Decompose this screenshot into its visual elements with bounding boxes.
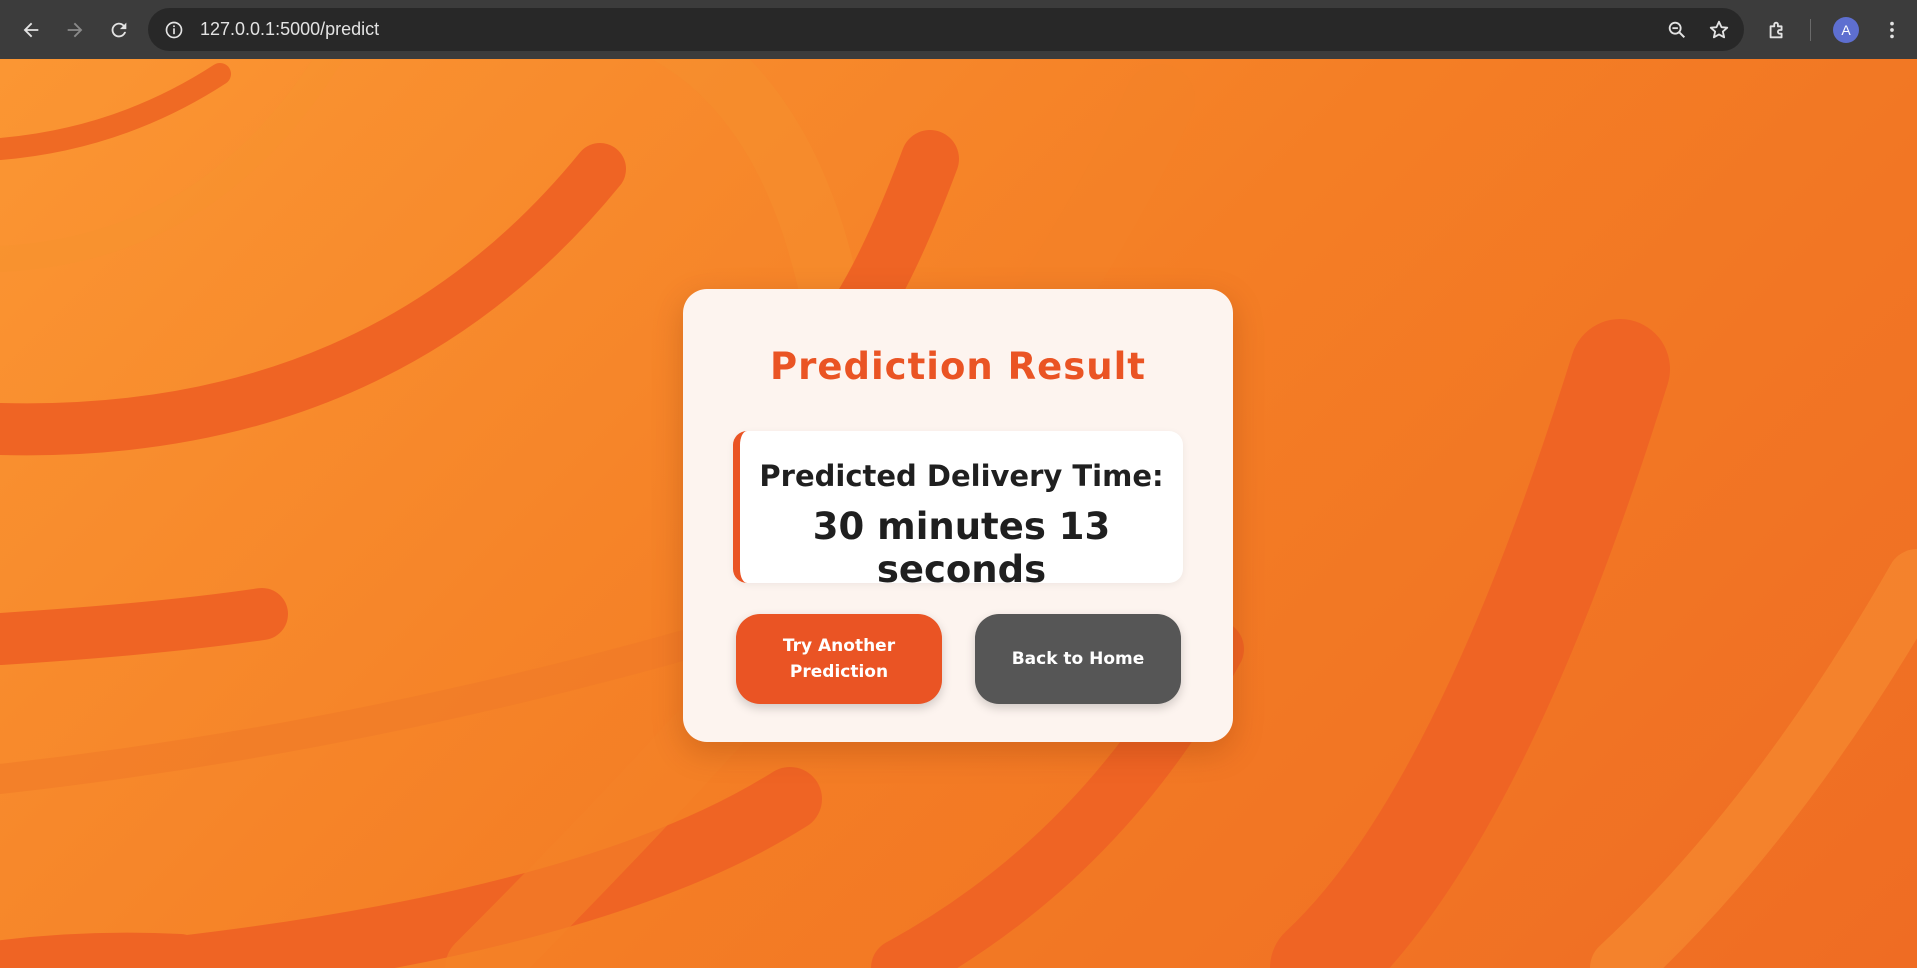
result-label: Predicted Delivery Time: (759, 459, 1164, 493)
menu-icon[interactable] (1881, 19, 1903, 41)
prediction-result-card: Prediction Result Predicted Delivery Tim… (683, 289, 1233, 742)
forward-icon (67, 22, 83, 37)
site-info-icon[interactable] (162, 18, 186, 42)
predicted-delivery-time: 30 minutes 13 seconds (812, 505, 1111, 591)
page-title: Prediction Result (770, 345, 1146, 388)
back-to-home-button[interactable]: Back to Home (975, 614, 1181, 704)
browser-toolbar: 127.0.0.1:5000/predict A (0, 0, 1917, 59)
back-icon (23, 22, 39, 37)
back-button[interactable] (10, 9, 52, 51)
forward-button[interactable] (54, 9, 96, 51)
toolbar-divider (1810, 18, 1811, 41)
profile-avatar[interactable]: A (1833, 16, 1859, 43)
reload-button[interactable] (98, 9, 140, 51)
try-another-prediction-button[interactable]: Try Another Prediction (736, 614, 942, 704)
result-box: Predicted Delivery Time: 30 minutes 13 s… (733, 431, 1183, 591)
page-background: Prediction Result Predicted Delivery Tim… (0, 59, 1917, 968)
zoom-icon[interactable] (1666, 19, 1688, 41)
url-text[interactable]: 127.0.0.1:5000/predict (200, 19, 1666, 40)
star-icon[interactable] (1708, 19, 1730, 41)
address-bar[interactable]: 127.0.0.1:5000/predict (148, 8, 1744, 51)
reload-icon (111, 22, 127, 37)
extensions-icon[interactable] (1766, 19, 1788, 41)
